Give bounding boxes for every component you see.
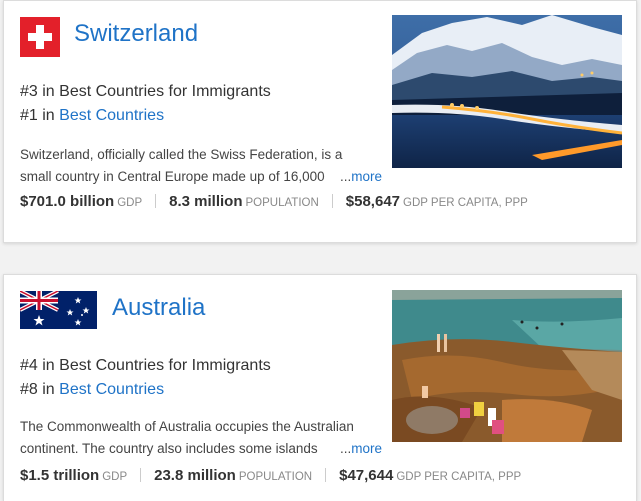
per-capita-label: GDP PER CAPITA, PPP <box>396 471 522 483</box>
gdp-label: GDP <box>117 197 143 209</box>
gdp-value: $701.0 billion <box>20 193 115 210</box>
population-label: POPULATION <box>245 197 319 209</box>
more-link[interactable]: ...more <box>337 438 382 460</box>
country-description: The Commonwealth of Australia occupies t… <box>20 416 382 460</box>
population-label: POPULATION <box>238 471 313 483</box>
per-capita-value: $47,644 <box>339 467 394 484</box>
rank-best-countries: #1 in Best Countries <box>20 107 164 125</box>
rank-immigrants: #3 in Best Countries for Immigrants <box>20 83 271 100</box>
country-name-link[interactable]: Switzerland <box>74 20 198 48</box>
per-capita-label: GDP PER CAPITA, PPP <box>403 197 528 209</box>
rank-prefix: #8 in <box>20 381 60 398</box>
country-card-australia[interactable]: Australia #4 in Best Countries for Immig… <box>3 274 637 501</box>
stats-row: $1.5 trillion GDP 23.8 million POPULATION $4… <box>20 467 521 484</box>
best-countries-link[interactable]: Best Countries <box>59 381 164 398</box>
stats-row: $701.0 billion GDP 8.3 million POPULATION $5… <box>20 193 528 210</box>
description-line-1: The Commonwealth of Australia occupies t… <box>20 419 354 434</box>
rank-immigrants: #4 in Best Countries for Immigrants <box>20 357 271 374</box>
divider <box>155 194 157 208</box>
country-description: Switzerland, officially called the Swiss… <box>20 144 382 188</box>
divider <box>325 468 327 482</box>
country-name-link[interactable]: Australia <box>112 294 205 322</box>
australian-flag-icon <box>20 291 97 329</box>
best-countries-link[interactable]: Best Countries <box>59 107 164 124</box>
per-capita-value: $58,647 <box>345 193 401 210</box>
swiss-flag-icon <box>20 17 60 57</box>
population-value: 23.8 million <box>154 467 236 484</box>
description-line-2: continent. The country also includes som… <box>20 441 318 456</box>
description-line-2: small country in Central Europe made up … <box>20 169 325 184</box>
rank-best-countries: #8 in Best Countries <box>20 381 164 399</box>
country-card-switzerland[interactable]: Switzerland #3 in Best Countries for Imm… <box>3 0 637 243</box>
rank-prefix: #1 in <box>20 107 60 124</box>
country-photo[interactable] <box>392 15 622 168</box>
divider <box>140 468 142 482</box>
population-value: 8.3 million <box>169 193 243 210</box>
gdp-value: $1.5 trillion <box>20 467 100 484</box>
more-link[interactable]: ...more <box>337 166 382 188</box>
country-photo[interactable] <box>392 290 622 442</box>
description-line-1: Switzerland, officially called the Swiss… <box>20 147 343 162</box>
divider <box>331 194 333 208</box>
gdp-label: GDP <box>102 471 128 483</box>
